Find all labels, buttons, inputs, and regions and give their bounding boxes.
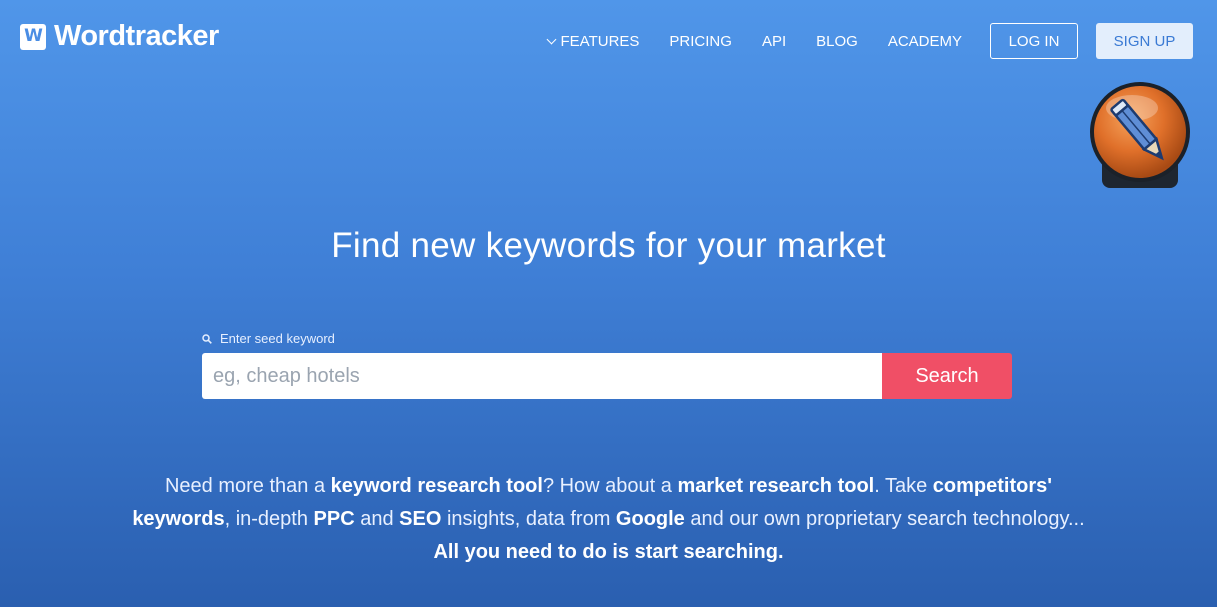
main-nav: FEATURES PRICING API BLOG ACADEMY LOG IN… (546, 22, 1193, 60)
nav-api[interactable]: API (762, 33, 786, 50)
blurb-emphasis: PPC (313, 508, 355, 530)
intro-blurb: Need more than a keyword research tool? … (130, 470, 1087, 569)
blurb-text: insights, data from (441, 508, 616, 530)
search-icon (202, 333, 212, 344)
blurb-emphasis: All you need to do is start searching. (433, 541, 784, 563)
blurb-text: , in-depth (224, 508, 314, 530)
blurb-emphasis: SEO (399, 508, 442, 530)
blurb-text: Need more than a (164, 475, 331, 497)
search-button[interactable]: Search (882, 353, 1012, 399)
blurb-text: . Take (874, 475, 933, 497)
search-hint-label: Enter seed keyword (220, 331, 335, 346)
logo-text: Wordtracker (54, 20, 219, 52)
signup-button[interactable]: SIGN UP (1096, 23, 1193, 59)
login-button[interactable]: LOG IN (990, 23, 1078, 59)
blurb-emphasis: market research tool (677, 475, 875, 497)
blurb-text: and (354, 508, 400, 530)
chevron-down-icon (546, 34, 556, 44)
nav-features-label: FEATURES (560, 32, 640, 50)
blurb-text: and our own proprietary search technolog… (684, 508, 1085, 530)
pencil-icon (1090, 82, 1190, 188)
search-form: Search (202, 353, 1012, 399)
page-title: Find new keywords for your market (331, 226, 886, 265)
nav-blog[interactable]: BLOG (816, 33, 858, 50)
blurb-emphasis: keyword research tool (330, 475, 543, 497)
logo-mark-icon: W (20, 23, 46, 50)
search-input[interactable] (202, 353, 882, 399)
nav-academy[interactable]: ACADEMY (888, 33, 962, 50)
blurb-emphasis: Google (615, 508, 685, 530)
pencil-badge[interactable] (1086, 82, 1194, 190)
logo[interactable]: W Wordtracker (20, 22, 219, 51)
search-hint: Enter seed keyword (202, 331, 335, 346)
blurb-text: ? How about a (542, 475, 678, 497)
nav-pricing[interactable]: PRICING (669, 33, 732, 50)
nav-features[interactable]: FEATURES (546, 32, 640, 50)
